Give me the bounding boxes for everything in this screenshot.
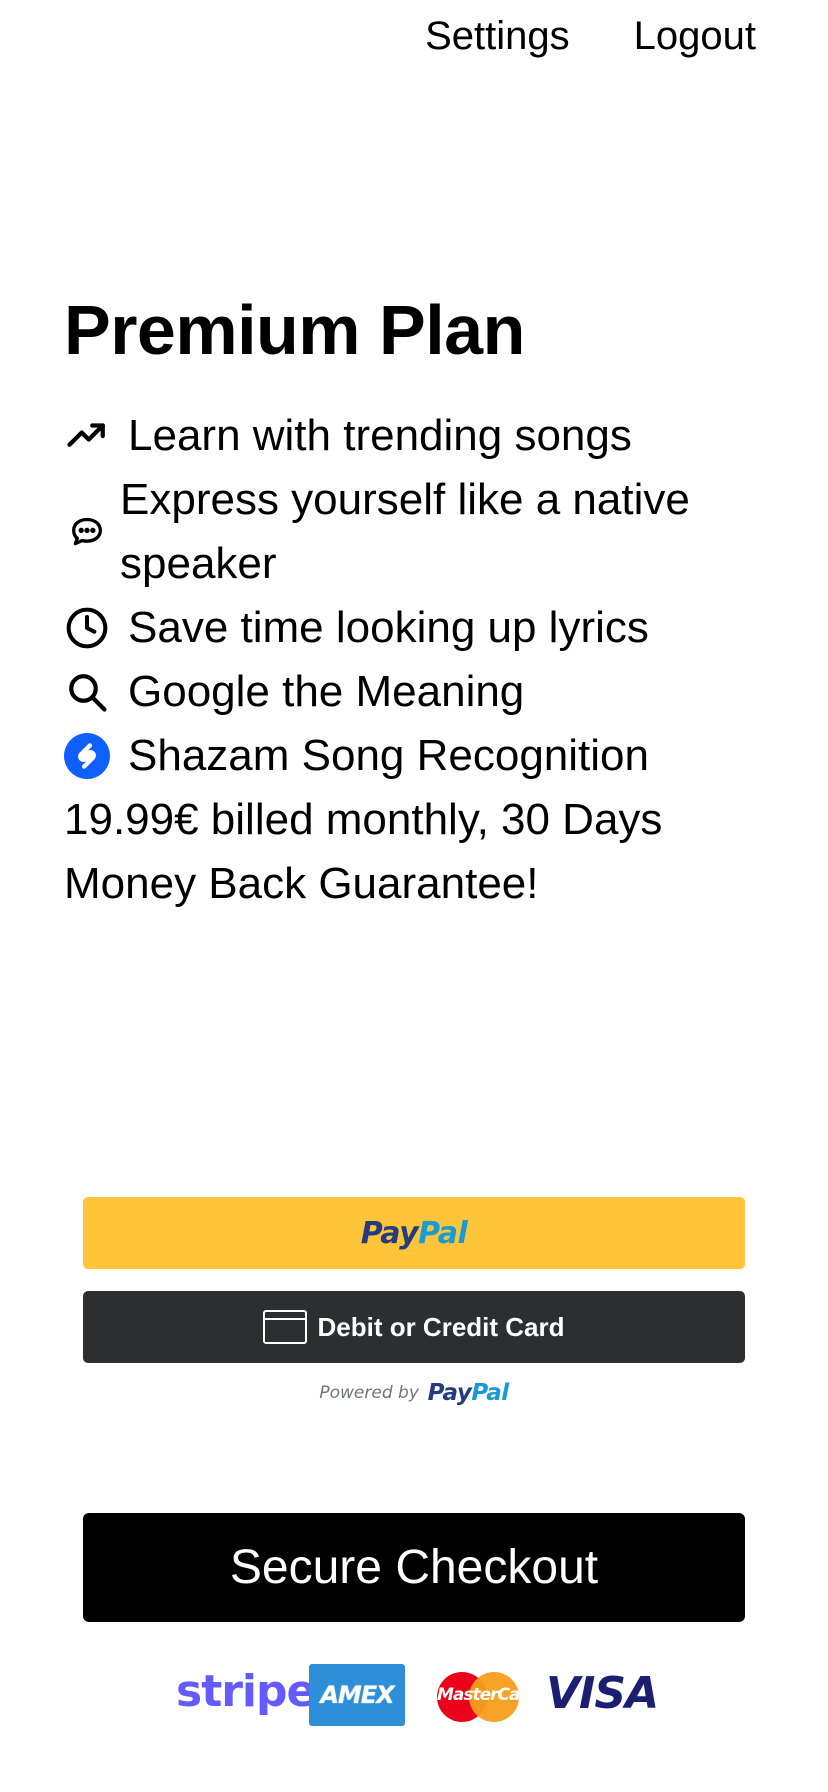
feature-text: Save time looking up lyrics <box>128 603 649 652</box>
paypal-logo-pal: Pal <box>418 1215 468 1251</box>
mastercard-logo: MasterCard <box>437 1672 539 1722</box>
mastercard-logo-text: MasterCard <box>437 1685 539 1705</box>
feature-item: Google the Meaning <box>64 660 764 724</box>
feature-text: Express yourself like a native speaker <box>120 475 690 588</box>
logout-link[interactable]: Logout <box>634 14 756 59</box>
credit-card-icon <box>263 1310 308 1344</box>
stripe-logo: stripe <box>176 1666 316 1717</box>
shazam-icon <box>64 733 110 779</box>
feature-item: Shazam Song Recognition <box>64 724 764 788</box>
paypal-logo-small-pay: Pay <box>427 1380 472 1406</box>
paypal-button[interactable]: PayPal <box>83 1197 745 1269</box>
paypal-logo-small-pal: Pal <box>471 1380 509 1406</box>
feature-text: Shazam Song Recognition <box>128 731 649 780</box>
debit-credit-card-button[interactable]: Debit or Credit Card <box>83 1291 745 1363</box>
powered-by-text: Powered by <box>319 1383 419 1403</box>
amex-logo-text: AMEX <box>320 1681 394 1709</box>
paypal-logo: PayPal <box>361 1216 468 1251</box>
secure-checkout-button[interactable]: Secure Checkout <box>83 1513 745 1622</box>
powered-by-paypal: Powered by PayPal <box>0 1380 828 1406</box>
amex-logo: AMEX <box>309 1664 405 1726</box>
feature-list: Learn with trending songs Express yourse… <box>64 404 764 916</box>
feature-item: Express yourself like a native speaker <box>64 468 764 596</box>
search-icon <box>64 669 110 715</box>
top-nav: Settings Logout <box>425 14 756 59</box>
feature-text: Learn with trending songs <box>128 411 632 460</box>
feature-item: Learn with trending songs <box>64 404 764 468</box>
settings-link[interactable]: Settings <box>425 14 570 59</box>
paypal-logo-pay: Pay <box>360 1215 419 1251</box>
plan-title: Premium Plan <box>64 291 525 369</box>
feature-item: Save time looking up lyrics <box>64 596 764 660</box>
card-button-label: Debit or Credit Card <box>317 1311 565 1342</box>
clock-icon <box>64 605 110 651</box>
visa-logo: VISA <box>546 1668 659 1719</box>
feature-text: Google the Meaning <box>128 667 525 716</box>
paypal-logo-small: PayPal <box>427 1380 510 1406</box>
trending-up-icon <box>64 413 110 459</box>
payment-logos: stripe AMEX MasterCard VISA <box>176 1660 659 1730</box>
chat-bubble-icon <box>64 509 110 555</box>
pricing-text: 19.99€ billed monthly, 30 Days Money Bac… <box>64 795 663 908</box>
